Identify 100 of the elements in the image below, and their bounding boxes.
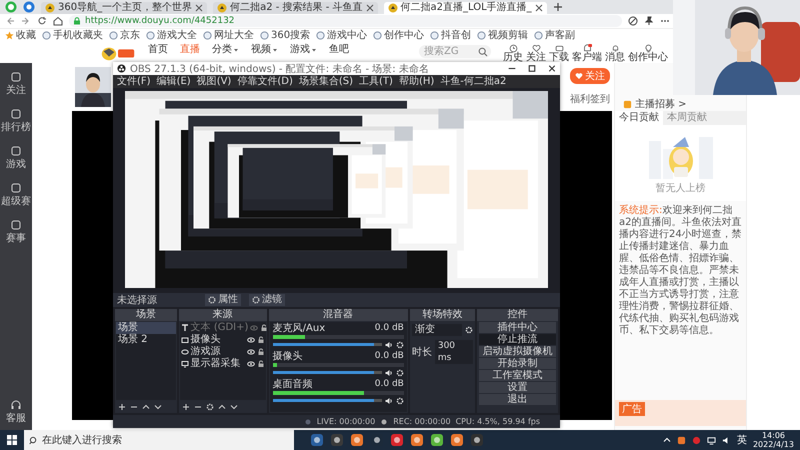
app-icon[interactable] xyxy=(450,433,464,447)
gear-icon[interactable] xyxy=(396,368,404,376)
network-icon[interactable] xyxy=(706,436,716,444)
control-button[interactable]: 停止推流 xyxy=(479,334,556,345)
rank-tab[interactable]: 今日贡献 xyxy=(615,111,663,125)
add-icon[interactable] xyxy=(118,403,126,411)
menu-item[interactable]: 场景集合(S) xyxy=(298,76,354,88)
app-icon[interactable] xyxy=(430,433,444,447)
header-link[interactable]: 下载 xyxy=(549,44,569,63)
forward-icon[interactable] xyxy=(21,16,31,26)
bookmark-link[interactable]: 游戏中心 xyxy=(316,30,368,42)
chevron-icon[interactable] xyxy=(662,436,671,444)
app-icon[interactable] xyxy=(410,433,424,447)
browser-tab[interactable]: 360导航_一个主页，整个世界 xyxy=(41,2,208,14)
bookmark-link[interactable]: 收藏 xyxy=(5,30,36,42)
gear-icon[interactable] xyxy=(396,340,404,348)
menu-item[interactable]: 文件(F) xyxy=(117,76,151,88)
header-link[interactable]: 历史 xyxy=(503,44,523,63)
menu-item[interactable]: 视图(V) xyxy=(196,76,232,88)
speaker-icon[interactable] xyxy=(384,368,393,376)
source-item[interactable]: 显示器采集 xyxy=(180,358,266,370)
lock-icon[interactable] xyxy=(256,348,265,356)
nav-link[interactable]: 视频 xyxy=(251,44,278,56)
bookmark-link[interactable]: 360搜索 xyxy=(260,30,310,42)
menu-item[interactable]: 编辑(E) xyxy=(156,76,191,88)
address-field[interactable]: https://www.douyu.com/4452132 xyxy=(69,15,622,27)
nav-link[interactable]: 鱼吧 xyxy=(329,44,349,56)
duration-field[interactable]: 300 ms xyxy=(434,340,474,364)
menu-item[interactable]: 停靠文件(D) xyxy=(237,76,293,88)
header-link[interactable]: 客户端 xyxy=(572,44,602,63)
reload-icon[interactable] xyxy=(37,16,47,26)
control-button[interactable]: 插件中心 xyxy=(479,322,556,333)
search-field[interactable]: 搜索ZG xyxy=(419,45,491,58)
checkin-link[interactable]: 福利签到 xyxy=(570,92,610,106)
close-icon[interactable] xyxy=(195,4,204,12)
menu-item[interactable]: 工具(T) xyxy=(359,76,393,88)
bookmark-link[interactable]: 抖音创 xyxy=(430,30,472,42)
bookmark-link[interactable]: 创作中心 xyxy=(373,30,424,42)
down-icon[interactable] xyxy=(154,403,162,411)
menu-item[interactable]: 帮助(H) xyxy=(398,76,434,88)
app-icon[interactable] xyxy=(470,433,484,447)
lock-icon[interactable] xyxy=(260,324,268,332)
bookmark-link[interactable]: 视频剪辑 xyxy=(477,30,528,42)
back-icon[interactable] xyxy=(5,16,15,26)
app-icon[interactable] xyxy=(310,433,324,447)
scene-item[interactable]: 场景 xyxy=(116,322,176,334)
source-item[interactable]: 文本 (GDI+) xyxy=(180,322,266,334)
bookmark-link[interactable]: 手机收藏夹 xyxy=(42,30,103,42)
bookmark-link[interactable]: 游戏大全 xyxy=(146,30,197,42)
control-button[interactable]: 退出 xyxy=(479,394,556,405)
block-icon[interactable] xyxy=(628,16,638,26)
lock-icon[interactable] xyxy=(256,360,265,368)
recruit-link[interactable]: 主播招募 > xyxy=(635,97,687,111)
transition-dropdown[interactable]: 渐变 xyxy=(412,324,462,336)
volume-slider[interactable] xyxy=(272,343,382,346)
windows-icon[interactable] xyxy=(6,434,18,446)
input-method-indicator[interactable]: 英 xyxy=(736,433,747,447)
browser-tab[interactable]: 何二拙a2直播_LOL手游直播_ xyxy=(384,2,547,14)
header-link[interactable]: 关注 xyxy=(526,44,546,63)
source-toolbar-button[interactable]: 滤镜 xyxy=(249,294,285,306)
close-icon[interactable] xyxy=(534,4,543,12)
app-icon[interactable] xyxy=(390,433,404,447)
browser-tab[interactable]: 何二拙a2 - 搜索结果 - 斗鱼直 xyxy=(213,2,378,14)
sidebar-item[interactable]: 排行榜 xyxy=(1,108,31,133)
add-icon[interactable] xyxy=(182,403,190,411)
control-button[interactable]: 开始录制 xyxy=(479,358,556,369)
down-icon[interactable] xyxy=(230,403,238,411)
volume-slider[interactable] xyxy=(272,371,382,374)
source-item[interactable]: 摄像头 xyxy=(180,334,266,346)
speaker-icon[interactable] xyxy=(384,396,393,404)
pin-icon[interactable] xyxy=(644,16,654,26)
bookmark-link[interactable]: 声客副 xyxy=(534,30,576,42)
control-button[interactable]: 工作室模式 xyxy=(479,370,556,381)
lock-icon[interactable] xyxy=(256,336,265,344)
sidebar-item[interactable]: 游戏 xyxy=(6,145,26,170)
scene-item[interactable]: 场景 2 xyxy=(116,334,176,346)
bookmark-link[interactable]: 京东 xyxy=(109,30,140,42)
gear-icon[interactable] xyxy=(465,326,474,334)
bookmark-link[interactable]: 网址大全 xyxy=(203,30,254,42)
new-tab-icon[interactable] xyxy=(552,2,563,12)
header-link[interactable]: 创作中心 xyxy=(628,44,668,63)
header-link[interactable]: 消息 xyxy=(605,44,625,63)
up-icon[interactable] xyxy=(218,403,226,411)
speaker-icon[interactable] xyxy=(384,340,393,348)
source-toolbar-button[interactable]: 属性 xyxy=(205,294,241,306)
nav-link[interactable]: 分类 xyxy=(212,44,239,56)
nav-link[interactable]: 游戏 xyxy=(290,44,317,56)
taskbar-search-field[interactable]: 在此键入进行搜索 xyxy=(24,430,294,450)
sidebar-item[interactable]: 超级赛 xyxy=(1,182,31,207)
source-item[interactable]: 游戏源 xyxy=(180,346,266,358)
home-icon[interactable] xyxy=(53,16,63,26)
control-button[interactable]: 启动虚拟摄像机 xyxy=(479,346,556,357)
close-icon[interactable] xyxy=(366,4,374,12)
gear-icon[interactable] xyxy=(396,396,404,404)
up-icon[interactable] xyxy=(142,403,150,411)
volume-slider[interactable] xyxy=(272,399,382,402)
menu-item[interactable]: 斗鱼-何二拙a2 xyxy=(440,76,506,88)
gear-icon[interactable] xyxy=(206,403,214,411)
app-icon[interactable] xyxy=(330,433,344,447)
sidebar-item[interactable]: 赛事 xyxy=(6,219,26,244)
